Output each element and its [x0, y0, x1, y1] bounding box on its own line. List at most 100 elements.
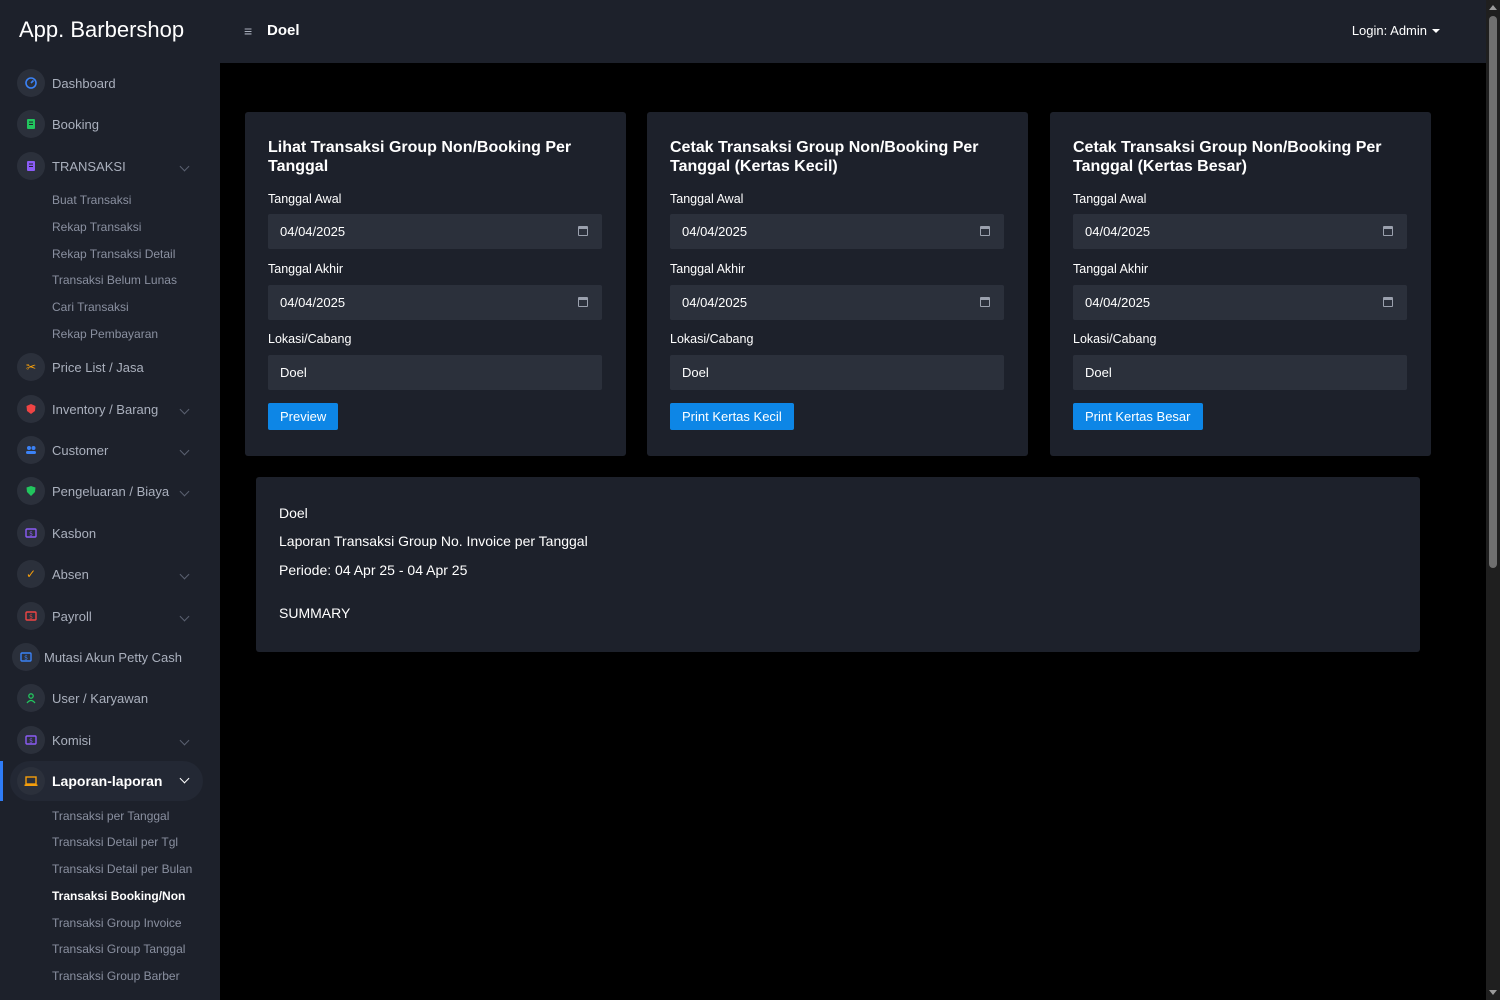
dashboard-icon	[17, 69, 45, 97]
komisi-icon: $	[17, 726, 45, 754]
location-value: Doel	[682, 365, 709, 380]
calendar-icon[interactable]	[980, 226, 990, 236]
sidebar-item-label: Mutasi Akun Petty Cash	[44, 649, 183, 665]
submenu-item-active[interactable]: Transaksi Booking/Non	[52, 889, 185, 903]
active-indicator	[0, 761, 3, 801]
page-scrollbar[interactable]	[1486, 0, 1500, 1000]
sidebar-item-label: Price List / Jasa	[52, 359, 144, 375]
submenu-item[interactable]: Buat Transaksi	[52, 193, 131, 207]
hamburger-icon[interactable]: ≡	[244, 23, 252, 39]
sidebar-item-label: TRANSAKSI	[52, 158, 126, 174]
calendar-icon[interactable]	[578, 226, 588, 236]
chevron-down-icon	[179, 611, 190, 621]
sidebar-item-label: Laporan-laporan	[52, 773, 163, 789]
card-preview: Lihat Transaksi Group Non/Booking Per Ta…	[245, 112, 626, 456]
preview-button[interactable]: Preview	[268, 403, 339, 430]
sidebar-item-booking[interactable]: Booking	[0, 106, 220, 142]
sidebar-item-absen[interactable]: ✓ Absen	[0, 556, 220, 592]
location-select[interactable]: Doel	[670, 355, 1004, 390]
start-date-value: 04/04/2025	[682, 224, 748, 239]
submenu-item[interactable]: Transaksi Detail per Bulan	[52, 862, 192, 876]
submenu-item[interactable]: Transaksi Detail per Tgl	[52, 835, 178, 849]
card-title: Lihat Transaksi Group Non/Booking Per Ta…	[268, 139, 572, 175]
customer-icon	[17, 436, 45, 464]
location-select[interactable]: Doel	[268, 355, 602, 390]
submenu-item[interactable]: Rekap Transaksi Detail	[52, 247, 175, 261]
sidebar-item-user[interactable]: User / Karyawan	[0, 680, 220, 716]
sidebar-item-price-list[interactable]: ✂ Price List / Jasa	[0, 349, 220, 385]
svg-text:$: $	[24, 655, 28, 662]
submenu-item[interactable]: Transaksi per Tanggal	[52, 809, 169, 823]
svg-text:$: $	[29, 614, 33, 621]
card-print-large: Cetak Transaksi Group Non/Booking Per Ta…	[1050, 112, 1431, 456]
print-small-button[interactable]: Print Kertas Kecil	[670, 403, 794, 430]
user-icon	[17, 684, 45, 712]
submenu-item[interactable]: Transaksi Group Invoice	[52, 916, 182, 930]
chevron-down-icon	[179, 569, 190, 579]
svg-text:$: $	[29, 738, 33, 745]
submenu-item[interactable]: Transaksi Group Barber	[52, 969, 180, 983]
scrollbar-thumb[interactable]	[1489, 16, 1497, 568]
end-date-input[interactable]: 04/04/2025	[1073, 285, 1407, 320]
chevron-down-icon	[179, 445, 190, 455]
submenu-item[interactable]: Cari Transaksi	[52, 300, 129, 314]
calendar-icon[interactable]	[980, 297, 990, 307]
end-date-value: 04/04/2025	[280, 295, 346, 310]
location-select[interactable]: Doel	[1073, 355, 1407, 390]
sidebar-item-label: Payroll	[52, 608, 92, 624]
svg-text:$: $	[29, 531, 33, 538]
start-date-input[interactable]: 04/04/2025	[268, 214, 602, 249]
card-title: Cetak Transaksi Group Non/Booking Per Ta…	[1073, 139, 1382, 175]
report-location: Doel	[279, 505, 308, 521]
sidebar-item-dashboard[interactable]: Dashboard	[0, 65, 220, 101]
calendar-icon[interactable]	[1383, 297, 1393, 307]
check-icon: ✓	[17, 560, 45, 588]
print-large-button[interactable]: Print Kertas Besar	[1073, 403, 1203, 430]
start-date-value: 04/04/2025	[1085, 224, 1151, 239]
start-date-label: Tanggal Awal	[670, 192, 744, 206]
kasbon-icon: $	[17, 519, 45, 547]
sidebar-item-laporan[interactable]: Laporan-laporan	[0, 761, 220, 801]
login-dropdown[interactable]: Login: Admin	[1352, 23, 1440, 38]
sidebar-item-mutasi-petty-cash[interactable]: $ Mutasi Akun Petty Cash	[0, 639, 220, 675]
location-value: Doel	[1085, 365, 1112, 380]
sidebar-item-pengeluaran[interactable]: Pengeluaran / Biaya	[0, 473, 220, 509]
scroll-up-arrow-icon[interactable]	[1489, 5, 1497, 10]
start-date-input[interactable]: 04/04/2025	[1073, 214, 1407, 249]
top-navbar: App. Barbershop ≡ Doel Login: Admin	[0, 0, 1486, 63]
sidebar-item-label: Absen	[52, 566, 89, 582]
sidebar-item-label: Customer	[52, 442, 109, 458]
card-print-small: Cetak Transaksi Group Non/Booking Per Ta…	[647, 112, 1028, 456]
chevron-down-icon	[179, 735, 190, 745]
end-date-label: Tanggal Akhir	[1073, 262, 1149, 276]
scroll-down-arrow-icon[interactable]	[1489, 990, 1497, 995]
sidebar-item-label: Booking	[52, 116, 99, 132]
submenu-item[interactable]: Rekap Transaksi	[52, 220, 141, 234]
sidebar-item-komisi[interactable]: $ Komisi	[0, 722, 220, 758]
chevron-down-icon	[179, 161, 190, 171]
start-date-value: 04/04/2025	[280, 224, 346, 239]
submenu-item[interactable]: Transaksi Belum Lunas	[52, 273, 177, 287]
calendar-icon[interactable]	[578, 297, 588, 307]
location-value: Doel	[280, 365, 307, 380]
submenu-item[interactable]: Rekap Pembayaran	[52, 327, 158, 341]
start-date-input[interactable]: 04/04/2025	[670, 214, 1004, 249]
sidebar-item-customer[interactable]: Customer	[0, 432, 220, 468]
app-title[interactable]: App. Barbershop	[19, 17, 184, 43]
sidebar-item-kasbon[interactable]: $ Kasbon	[0, 515, 220, 551]
sidebar-item-transaksi[interactable]: TRANSAKSI	[0, 148, 220, 184]
chevron-down-icon	[179, 404, 190, 414]
end-date-value: 04/04/2025	[1085, 295, 1151, 310]
sidebar-item-label: Dashboard	[52, 75, 116, 91]
report-summary-heading: SUMMARY	[279, 605, 351, 621]
scissors-icon: ✂	[17, 353, 45, 381]
submenu-item[interactable]: Transaksi Group Tanggal	[52, 942, 185, 956]
end-date-input[interactable]: 04/04/2025	[268, 285, 602, 320]
sidebar-item-inventory[interactable]: Inventory / Barang	[0, 391, 220, 427]
sidebar-item-payroll[interactable]: $ Payroll	[0, 598, 220, 634]
booking-icon	[17, 110, 45, 138]
location-label: Lokasi/Cabang	[670, 332, 754, 346]
end-date-input[interactable]: 04/04/2025	[670, 285, 1004, 320]
sidebar-item-label: Inventory / Barang	[52, 401, 159, 417]
calendar-icon[interactable]	[1383, 226, 1393, 236]
